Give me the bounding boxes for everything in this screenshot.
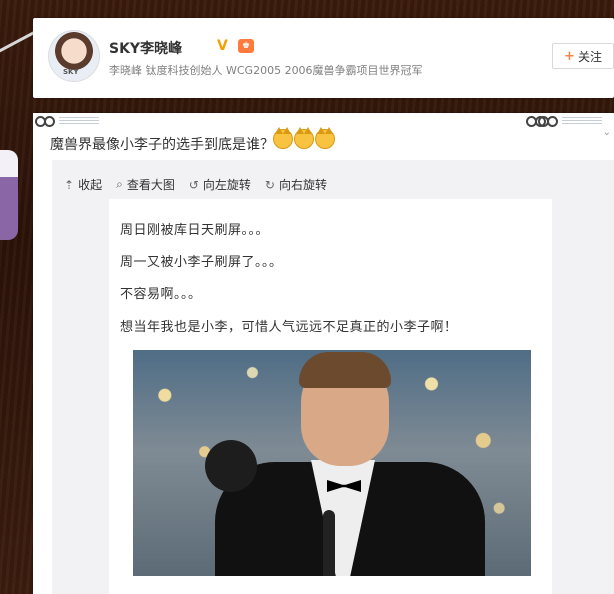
profile-name[interactable]: SKY李晓峰 <box>109 38 182 58</box>
rotate-left-label: 向左旋转 <box>202 178 251 192</box>
follow-button[interactable]: + 关注 <box>552 43 614 69</box>
card-decoration-right <box>526 113 606 129</box>
photo-hair <box>299 352 391 388</box>
background-character <box>0 150 18 240</box>
avatar[interactable]: SKY <box>48 30 100 82</box>
decor-lines <box>562 117 602 125</box>
cat-face-icon <box>273 127 293 149</box>
photo-microphone <box>323 510 335 576</box>
verified-icon[interactable]: V <box>217 38 228 54</box>
emoji-row <box>273 127 335 149</box>
post-text-line: 想当年我也是小李，可惜人气远远不足真正的小李子啊！ <box>120 320 458 335</box>
post-text-line: 周一又被小李子刷屏了。。。 <box>120 255 283 270</box>
level-icon[interactable]: ♚ <box>238 39 254 53</box>
media-toolbar: ⇡ 收起 ⌕ 查看大图 ↺ 向左旋转 ↻ 向右旋转 <box>64 176 327 193</box>
decor-lines <box>59 117 99 125</box>
search-icon: ⌕ <box>116 177 123 191</box>
rotate-right-icon: ↻ <box>264 177 275 192</box>
bike-icon <box>538 115 558 127</box>
bike-icon <box>35 115 55 127</box>
rotate-right-button[interactable]: ↻ 向右旋转 <box>265 176 327 193</box>
rotate-left-button[interactable]: ↺ 向左旋转 <box>189 176 251 193</box>
media-box: ⇡ 收起 ⌕ 查看大图 ↺ 向左旋转 ↻ 向右旋转 周日刚被库日天刷屏。。。 周… <box>52 160 614 594</box>
post-text-line: 周日刚被库日天刷屏。。。 <box>120 223 270 238</box>
rotate-right-label: 向右旋转 <box>278 178 327 192</box>
profile-card: SKY SKY李晓峰 V ♚ 李晓峰 钛度科技创始人 WCG2005 2006魔… <box>33 18 614 98</box>
arrow-up-icon: ⇡ <box>64 177 75 192</box>
avatar-label: SKY <box>63 68 79 76</box>
post-title: 魔兽界最像小李子的选手到底是谁？ <box>50 137 274 153</box>
cat-face-icon <box>294 127 314 149</box>
view-large-label: 查看大图 <box>126 178 175 192</box>
photo-trophy <box>205 440 257 492</box>
collapse-button[interactable]: ⇡ 收起 <box>64 176 102 193</box>
follow-label: 关注 <box>577 49 602 64</box>
profile-description: 李晓峰 钛度科技创始人 WCG2005 2006魔兽争霸项目世界冠军 <box>109 64 423 77</box>
plus-icon: + <box>564 48 575 64</box>
post-photo[interactable] <box>133 350 531 576</box>
post-text-line: 不容易啊。。。 <box>120 287 202 302</box>
rotate-left-icon: ↺ <box>188 177 199 192</box>
collapse-label: 收起 <box>78 178 103 192</box>
cat-face-icon <box>315 127 335 149</box>
content-panel: 周日刚被库日天刷屏。。。 周一又被小李子刷屏了。。。 不容易啊。。。 想当年我也… <box>109 199 552 594</box>
card-decoration-left <box>35 113 105 129</box>
post-card: 魔兽界最像小李子的选手到底是谁？ ⌄ ⇡ 收起 ⌕ 查看大图 ↺ 向左旋转 ↻ … <box>33 113 614 594</box>
chevron-down-icon[interactable]: ⌄ <box>603 127 611 138</box>
view-large-button[interactable]: ⌕ 查看大图 <box>116 176 175 193</box>
